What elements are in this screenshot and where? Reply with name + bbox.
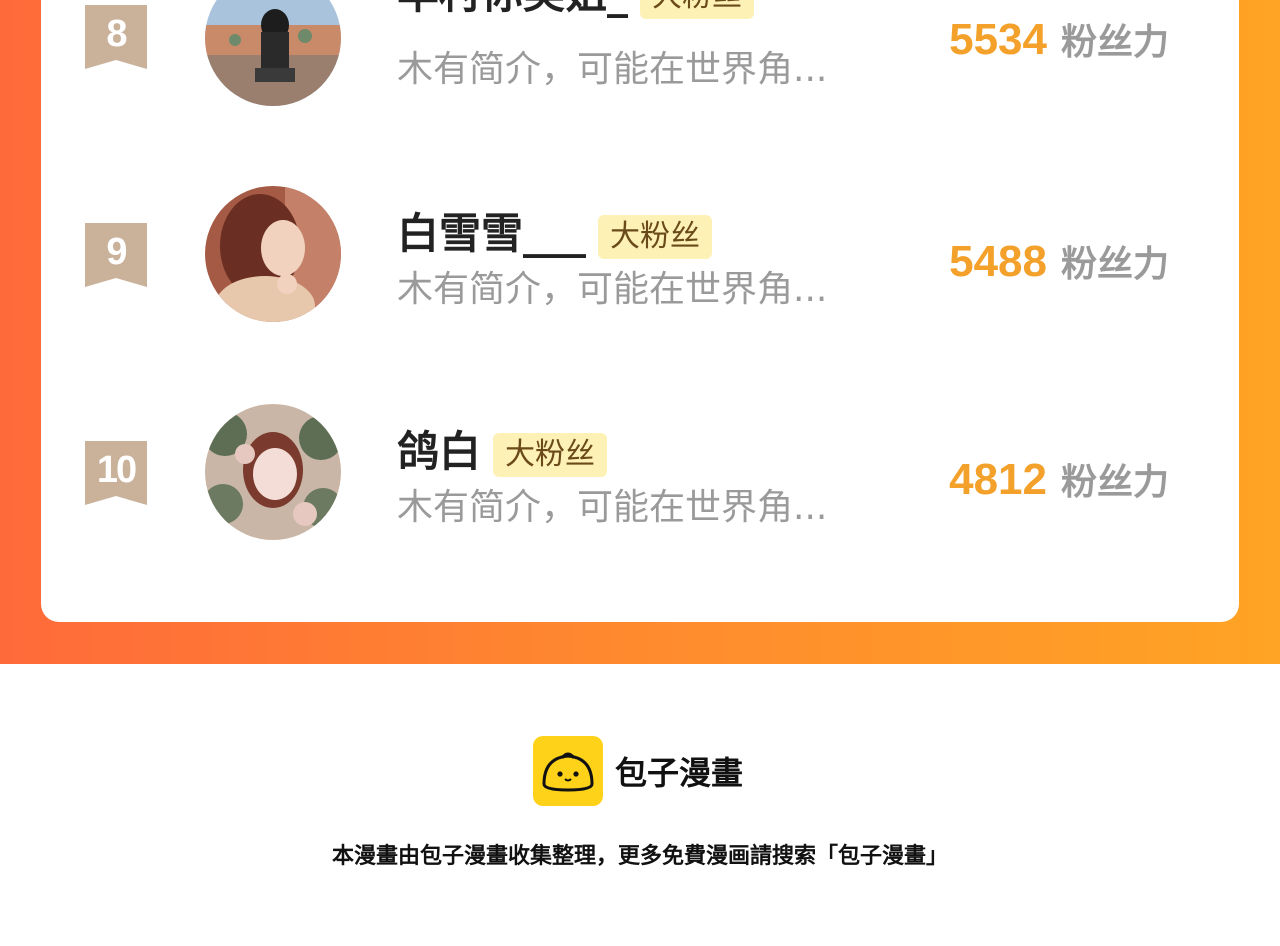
avatar[interactable]	[205, 0, 341, 106]
score-label: 粉丝力	[1060, 22, 1169, 63]
fan-score: 4812 粉丝力	[949, 454, 1169, 515]
bun-icon	[533, 736, 603, 806]
user-bio: 木有简介，可能在世界角...	[397, 269, 828, 310]
rank-badge: 9	[85, 223, 147, 287]
leaderboard-row[interactable]: 10 鸽白 大粉丝 木有简介，可能在世界角... 4812 粉丝力	[41, 404, 1239, 544]
leaderboard-card: 8 羊村你美姐_ 大粉丝 木有简介，可能在世界角... 5534 粉丝力 9	[41, 0, 1239, 622]
score-value: 5488	[949, 237, 1047, 286]
score-value: 4812	[949, 455, 1047, 504]
avatar[interactable]	[205, 404, 341, 540]
user-name[interactable]: 羊村你美姐_ 大粉丝	[397, 0, 755, 20]
fan-tag: 大粉丝	[493, 432, 608, 477]
score-label: 粉丝力	[1060, 462, 1169, 503]
fan-score: 5534 粉丝力	[949, 14, 1169, 75]
fan-score: 5488 粉丝力	[949, 236, 1169, 297]
avatar-image	[205, 404, 341, 540]
user-name[interactable]: 鸽白 大粉丝	[397, 426, 608, 478]
rank-badge: 10	[85, 441, 147, 505]
user-bio: 木有简介，可能在世界角...	[397, 487, 828, 528]
user-bio: 木有简介，可能在世界角...	[397, 49, 828, 90]
user-name-text: 鸽白	[397, 427, 482, 476]
avatar-image	[205, 0, 341, 106]
fan-tag: 大粉丝	[598, 214, 713, 259]
score-value: 5534	[949, 15, 1047, 64]
avatar-image	[205, 186, 341, 322]
brand-name: 包子漫畫	[615, 754, 744, 792]
score-label: 粉丝力	[1060, 244, 1169, 285]
avatar[interactable]	[205, 186, 341, 322]
footer-note: 本漫畫由包子漫畫收集整理，更多免費漫画請搜索「包子漫畫」	[331, 844, 948, 869]
user-name-text: 白雪雪___	[397, 209, 587, 258]
rank-badge: 8	[85, 5, 147, 69]
brand-logo[interactable]: 包子漫畫	[533, 736, 743, 806]
leaderboard-row[interactable]: 9 白雪雪___ 大粉丝 木有简介，可能在世界角... 5488 粉丝力	[41, 186, 1239, 326]
leaderboard-row[interactable]: 8 羊村你美姐_ 大粉丝 木有简介，可能在世界角... 5534 粉丝力	[41, 0, 1239, 110]
user-name[interactable]: 白雪雪___ 大粉丝	[397, 208, 713, 260]
user-name-text: 羊村你美姐_	[397, 0, 628, 18]
fan-tag: 大粉丝	[640, 0, 755, 19]
